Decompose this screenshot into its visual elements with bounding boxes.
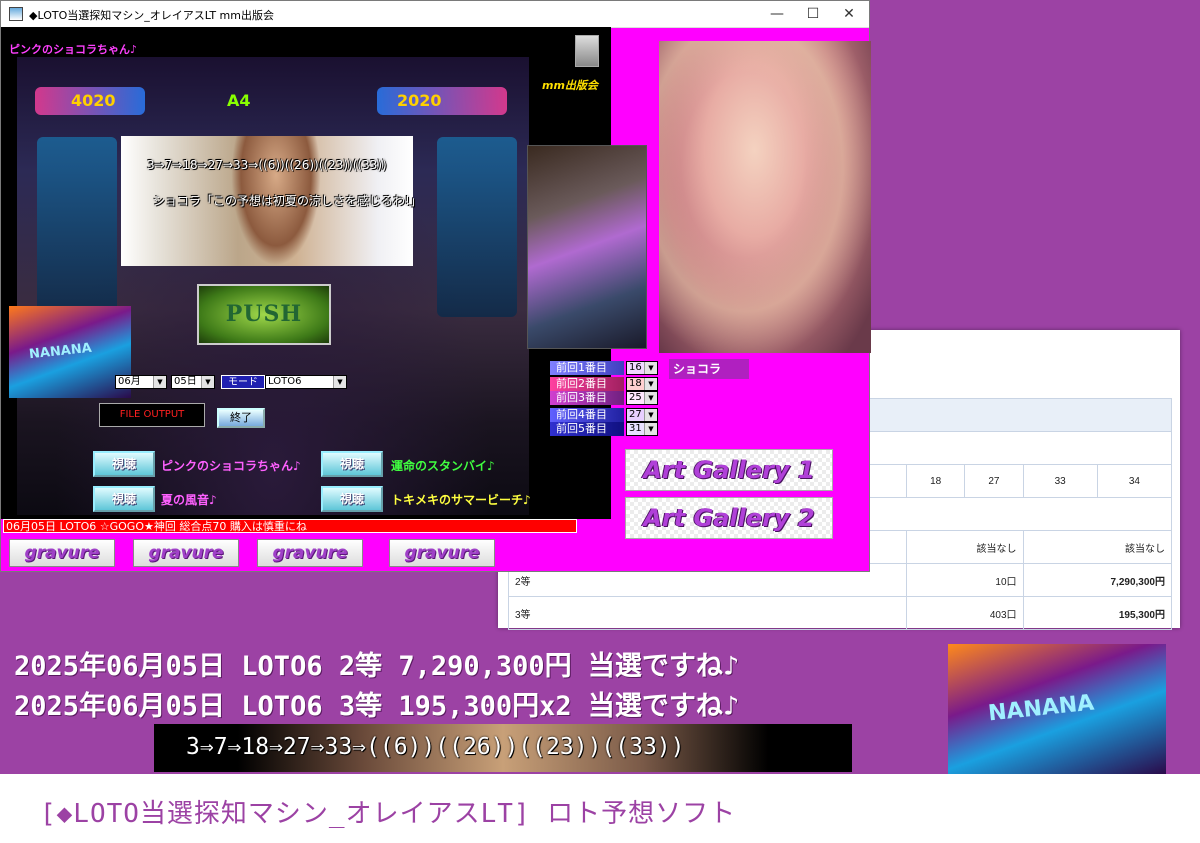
previous-select[interactable]: 31 ▼ bbox=[626, 422, 658, 436]
result-number: 27 bbox=[964, 464, 1024, 498]
neon-banner-image: NANANA bbox=[9, 306, 131, 398]
neon-banner-image-large: NANANA bbox=[948, 644, 1166, 774]
previous-select[interactable]: 16 ▼ bbox=[626, 361, 658, 375]
prize-amount: 7,290,300円 bbox=[1022, 563, 1173, 597]
previous-select[interactable]: 25 ▼ bbox=[626, 391, 658, 405]
art-gallery-2-button[interactable]: Art Gallery 2 bbox=[625, 497, 833, 539]
song-title: ピンクのショコラちゃん♪ bbox=[161, 459, 301, 473]
previous-select[interactable]: 27 ▼ bbox=[626, 408, 658, 422]
result-number: 18 bbox=[905, 464, 966, 498]
gravure-button-2[interactable]: gravure bbox=[133, 539, 239, 567]
lcd-prediction: 3⇒7⇒18⇒27⇒33⇒((6))((26))((23))((33)) bbox=[147, 158, 387, 172]
maximize-icon[interactable]: ☐ bbox=[795, 1, 831, 27]
character-card-image bbox=[527, 145, 647, 349]
previous-label: 前回2番目 bbox=[550, 377, 624, 391]
machine-right-label: 2020 bbox=[397, 91, 442, 110]
dropdown-arrow-icon: ▼ bbox=[644, 362, 657, 374]
machine-center-label: A4 bbox=[227, 91, 251, 110]
day-select[interactable]: 05日 ▼ bbox=[171, 375, 215, 389]
jigsaw-icon[interactable] bbox=[575, 35, 599, 67]
dropdown-arrow-icon: ▼ bbox=[153, 376, 166, 388]
lcd-screen: 3⇒7⇒18⇒27⇒33⇒((6))((26))((23))((33)) ショコ… bbox=[121, 136, 422, 266]
window-title: ◆LOTO当選探知マシン_オレイアスLT mm出版会 bbox=[29, 9, 274, 22]
prize-amount: 該当なし bbox=[1022, 530, 1173, 564]
app-icon bbox=[9, 7, 23, 21]
listen-button[interactable]: 視聴 bbox=[321, 451, 383, 477]
prediction-strip-text: 3⇒7⇒18⇒27⇒33⇒((6))((26))((23))((33)) bbox=[186, 734, 685, 760]
gravure-button-4[interactable]: gravure bbox=[389, 539, 495, 567]
listen-button[interactable]: 視聴 bbox=[321, 486, 383, 512]
character-name: ショコラ bbox=[669, 359, 749, 379]
song-title: 夏の風音♪ bbox=[161, 493, 217, 507]
header-label: ピンクのショコラちゃん♪ bbox=[9, 43, 138, 56]
result-number: 34 bbox=[1096, 464, 1173, 498]
title-bar[interactable]: ◆LOTO当選探知マシン_オレイアスLT mm出版会 — ☐ ✕ bbox=[1, 1, 869, 28]
listen-button[interactable]: 視聴 bbox=[93, 451, 155, 477]
prize-count: 該当なし bbox=[906, 530, 1024, 564]
portrait-image bbox=[659, 41, 871, 353]
previous-select[interactable]: 18 ▼ bbox=[626, 377, 658, 391]
minimize-icon[interactable]: — bbox=[759, 1, 795, 27]
prize-grade: 3等 bbox=[508, 596, 907, 630]
gravure-button-3[interactable]: gravure bbox=[257, 539, 363, 567]
art-gallery-1-button[interactable]: Art Gallery 1 bbox=[625, 449, 833, 491]
previous-label: 前回3番目 bbox=[550, 391, 624, 405]
result-number: 33 bbox=[1022, 464, 1098, 498]
previous-label: 前回5番目 bbox=[550, 422, 624, 436]
push-button[interactable]: PUSH bbox=[197, 284, 331, 345]
close-icon[interactable]: ✕ bbox=[831, 1, 867, 27]
prize-count: 403口 bbox=[906, 596, 1024, 630]
machine-left-label: 4020 bbox=[71, 91, 116, 110]
dropdown-arrow-icon: ▼ bbox=[644, 409, 657, 421]
file-output-button[interactable]: FILE OUTPUT bbox=[99, 403, 205, 427]
win-announcement: 2025年06月05日 LOTO6 2等 7,290,300円 当選ですね♪ bbox=[14, 651, 740, 682]
exit-button[interactable]: 終了 bbox=[217, 408, 265, 428]
publisher-label: mm出版会 bbox=[542, 79, 598, 92]
dropdown-arrow-icon: ▼ bbox=[644, 423, 657, 435]
footer-title: [◆LOTO当選探知マシン_オレイアスLT] ロト予想ソフト bbox=[40, 799, 737, 829]
win-announcement: 2025年06月05日 LOTO6 3等 195,300円x2 当選ですね♪ bbox=[14, 691, 740, 722]
lcd-message: ショコラ「この予想は初夏の涼しさを感じるわ!」 bbox=[153, 194, 422, 208]
previous-label: 前回1番目 bbox=[550, 361, 624, 375]
song-title: 運命のスタンバイ♪ bbox=[391, 459, 495, 473]
app-window: ◆LOTO当選探知マシン_オレイアスLT mm出版会 — ☐ ✕ ピンクのショコ… bbox=[0, 0, 871, 572]
previous-label: 前回4番目 bbox=[550, 408, 624, 422]
dropdown-arrow-icon: ▼ bbox=[644, 392, 657, 404]
status-bar: 06月05日 LOTO6 ☆GOGO★神回 総合点70 購入は慎重にね bbox=[3, 519, 577, 533]
dropdown-arrow-icon: ▼ bbox=[201, 376, 214, 388]
mode-label: モード bbox=[221, 375, 265, 389]
month-select[interactable]: 06月 ▼ bbox=[115, 375, 167, 389]
dropdown-arrow-icon: ▼ bbox=[644, 378, 657, 390]
banner-text: NANANA bbox=[986, 690, 1096, 727]
dropdown-arrow-icon: ▼ bbox=[333, 376, 346, 388]
banner-text: NANANA bbox=[28, 340, 93, 363]
gravure-button-1[interactable]: gravure bbox=[9, 539, 115, 567]
prize-count: 10口 bbox=[906, 563, 1024, 597]
listen-button[interactable]: 視聴 bbox=[93, 486, 155, 512]
prize-amount: 195,300円 bbox=[1022, 596, 1173, 630]
mode-select[interactable]: LOTO6 ▼ bbox=[265, 375, 347, 389]
song-title: トキメキのサマービーチ♪ bbox=[391, 493, 531, 507]
